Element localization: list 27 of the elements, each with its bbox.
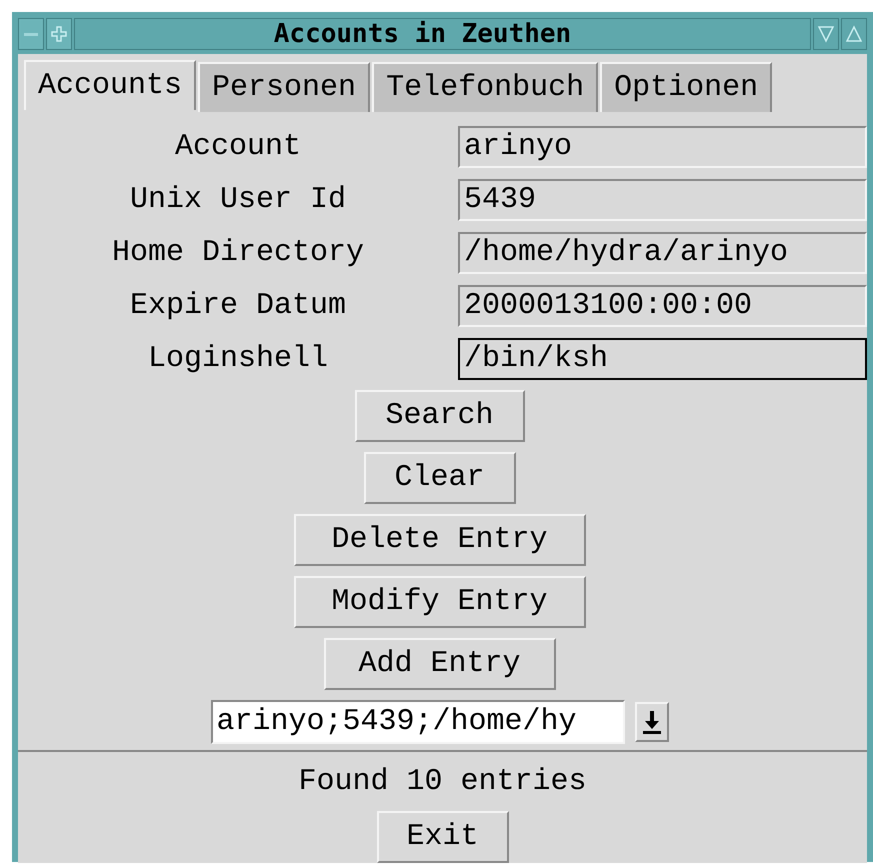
tab[interactable]: Telefonbuch <box>372 62 598 112</box>
tab[interactable]: Accounts <box>24 60 196 110</box>
action-button[interactable]: Search <box>354 390 524 442</box>
text-field[interactable]: /bin/ksh <box>458 338 867 380</box>
action-button[interactable]: Add Entry <box>324 638 556 690</box>
status-text: Found 10 entries <box>298 764 587 801</box>
maximize-icon[interactable] <box>46 18 72 50</box>
text-field[interactable]: arinyo <box>458 126 867 168</box>
raise-icon[interactable] <box>841 18 867 50</box>
action-button[interactable]: Delete Entry <box>294 514 586 566</box>
window-menu-icon[interactable] <box>18 18 44 50</box>
field-label: Home Directory <box>110 234 366 272</box>
field-label: Loginshell <box>146 340 330 378</box>
action-button[interactable]: Clear <box>364 452 516 504</box>
exit-button[interactable]: Exit <box>376 811 508 863</box>
text-field[interactable]: /home/hydra/arinyo <box>458 232 867 274</box>
field-label: Expire Datum <box>128 288 348 324</box>
text-field[interactable]: 2000013100:00:00 <box>458 285 867 327</box>
tab[interactable]: Optionen <box>600 62 772 112</box>
minimize-icon[interactable] <box>813 18 839 50</box>
text-field[interactable]: 5439 <box>458 179 867 221</box>
field-label: Account <box>174 128 302 166</box>
action-button[interactable]: Modify Entry <box>294 576 586 628</box>
window-title: Accounts in Zeuthen <box>74 18 811 50</box>
field-label: Unix User Id <box>128 182 348 218</box>
result-field[interactable]: arinyo;5439;/home/hy <box>210 700 624 744</box>
tab[interactable]: Personen <box>198 62 370 112</box>
